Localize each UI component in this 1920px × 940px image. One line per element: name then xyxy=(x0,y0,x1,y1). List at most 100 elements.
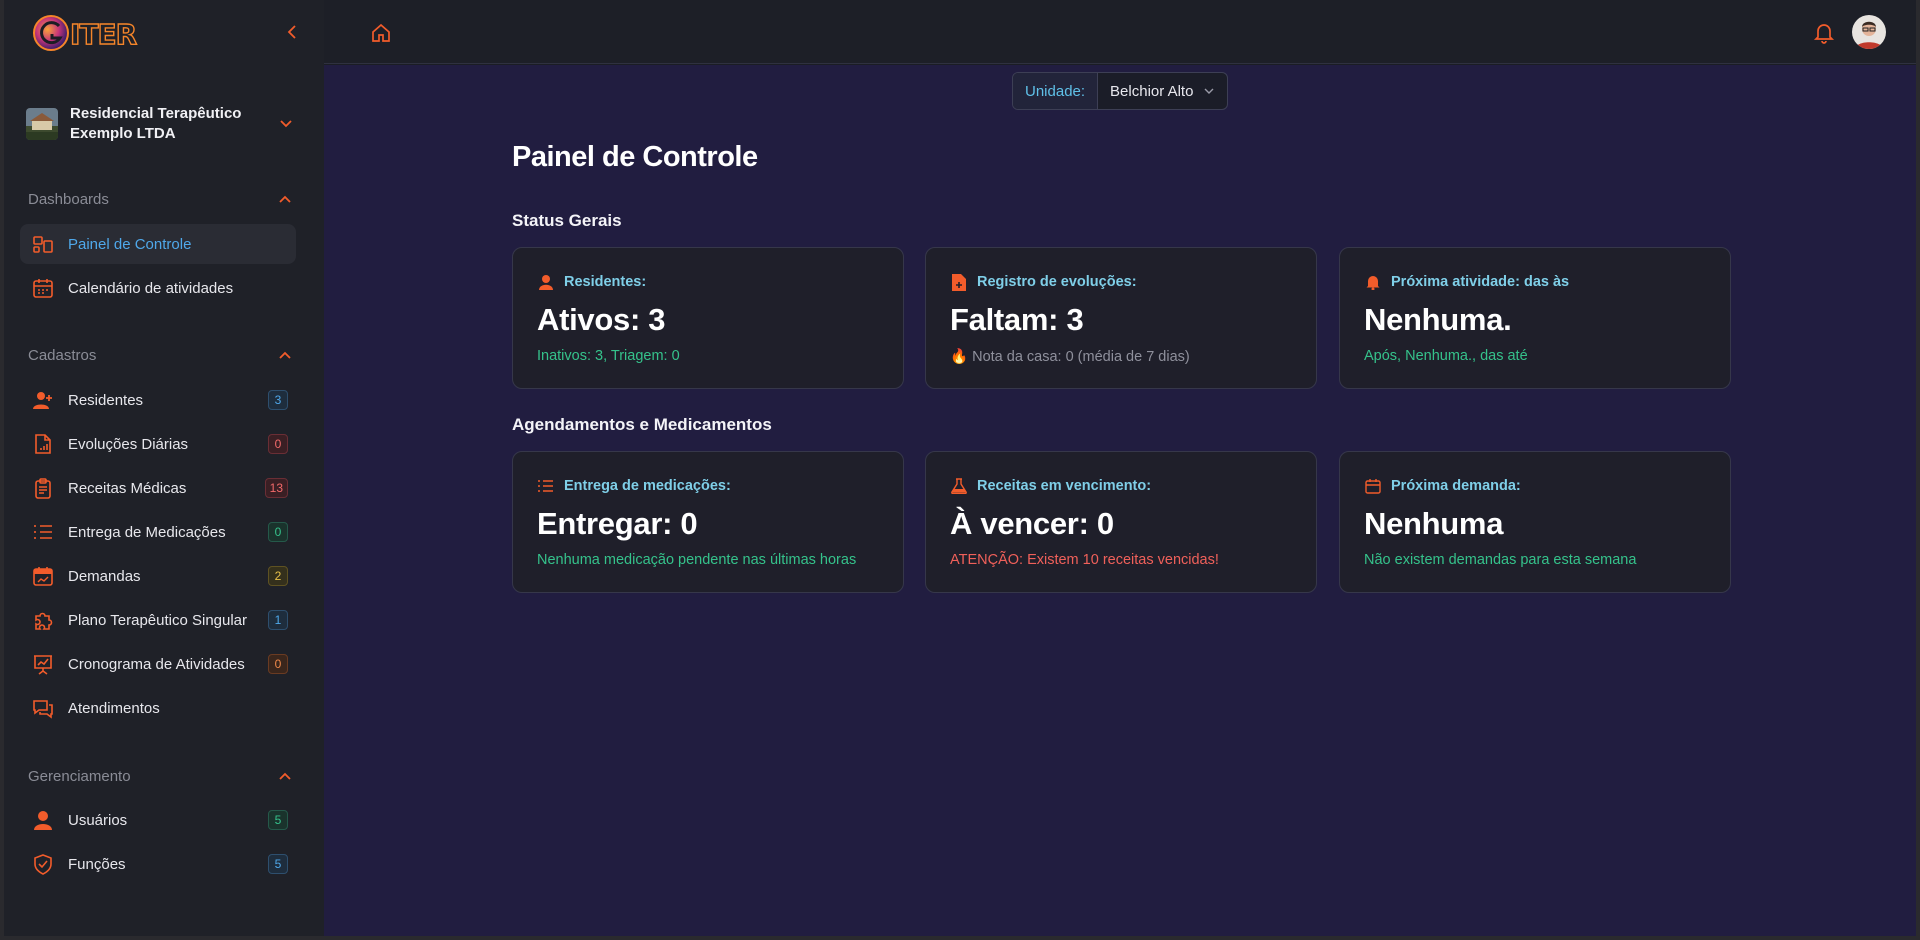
card-proxima-atividade[interactable]: Próxima atividade: das às Nenhuma. Após,… xyxy=(1339,247,1731,389)
count-badge: 5 xyxy=(268,854,288,874)
section-dashboards[interactable]: Dashboards xyxy=(28,188,292,210)
shield-check-icon xyxy=(32,853,54,875)
card-subtext: Nenhuma medicação pendente nas últimas h… xyxy=(537,552,857,568)
sidebar-item-atendimentos[interactable]: Atendimentos xyxy=(20,688,296,728)
sidebar-item-label: Plano Terapêutico Singular xyxy=(68,611,248,629)
section-label: Dashboards xyxy=(28,190,109,208)
card-title: Próxima atividade: das às xyxy=(1364,273,1569,291)
card-title-text: Entrega de medicações: xyxy=(564,478,731,494)
card-value: Nenhuma xyxy=(1364,506,1504,541)
count-badge: 1 xyxy=(268,610,288,630)
sidebar-item-plano[interactable]: Plano Terapêutico Singular 1 xyxy=(20,600,296,640)
user-icon xyxy=(537,273,555,291)
home-icon[interactable] xyxy=(370,22,392,44)
avatar[interactable] xyxy=(1852,15,1886,49)
svg-text:ITER: ITER xyxy=(70,18,137,51)
section-label: Gerenciamento xyxy=(28,767,131,785)
presentation-chart-icon xyxy=(32,653,54,675)
giter-logo[interactable]: ITER xyxy=(32,10,148,56)
sidebar-item-label: Usuários xyxy=(68,811,128,829)
org-avatar xyxy=(26,108,58,140)
sidebar-item-demandas[interactable]: Demandas 2 xyxy=(20,556,296,596)
sidebar-item-painel[interactable]: Painel de Controle xyxy=(20,224,296,264)
calendar-icon xyxy=(32,277,54,299)
card-residentes[interactable]: Residentes: Ativos: 3 Inativos: 3, Triag… xyxy=(512,247,904,389)
section-cadastros[interactable]: Cadastros xyxy=(28,344,292,366)
section-label: Cadastros xyxy=(28,346,97,364)
sidebar-item-cronograma[interactable]: Cronograma de Atividades 0 xyxy=(20,644,296,684)
section-gerenciamento[interactable]: Gerenciamento xyxy=(28,765,292,787)
card-value: Entregar: 0 xyxy=(537,506,698,541)
file-chart-icon xyxy=(32,433,54,455)
sidebar: ITER Residencial Terapêutico Exemplo LTD… xyxy=(4,0,324,936)
card-title-text: Receitas em vencimento: xyxy=(977,478,1152,494)
chevron-left-icon xyxy=(287,25,296,39)
card-title: Próxima demanda: xyxy=(1364,477,1521,495)
sidebar-item-label: Funções xyxy=(68,855,126,873)
file-icon xyxy=(950,273,968,291)
page-title: Painel de Controle xyxy=(512,141,758,173)
count-badge: 5 xyxy=(268,810,288,830)
user-plus-icon xyxy=(32,389,54,411)
card-receitas-vencimento[interactable]: Receitas em vencimento: À vencer: 0 ATEN… xyxy=(925,451,1317,593)
count-badge: 2 xyxy=(268,566,288,586)
unit-value: Belchior Alto xyxy=(1110,82,1194,100)
unit-select[interactable]: Unidade: Belchior Alto xyxy=(1012,72,1228,110)
org-switcher[interactable]: Residencial Terapêutico Exemplo LTDA xyxy=(26,104,296,144)
card-value: À vencer: 0 xyxy=(950,506,1114,541)
org-name: Residencial Terapêutico Exemplo LTDA xyxy=(70,105,242,142)
dashboard-icon xyxy=(32,233,54,255)
count-badge: 13 xyxy=(264,478,288,498)
list-icon xyxy=(32,521,54,543)
card-subtext: 🔥 Nota da casa: 0 (média de 7 dias) xyxy=(950,348,1190,365)
sidebar-item-label: Demandas xyxy=(68,567,141,585)
sidebar-item-label: Entrega de Medicações xyxy=(68,523,226,541)
card-title-text: Residentes: xyxy=(564,274,647,290)
sidebar-item-label: Evoluções Diárias xyxy=(68,435,189,453)
calendar-chart-icon xyxy=(32,565,54,587)
card-title-text: Registro de evoluções: xyxy=(977,274,1137,290)
unit-label: Unidade: xyxy=(1013,73,1099,109)
card-title: Residentes: xyxy=(537,273,646,291)
card-title: Entrega de medicações: xyxy=(537,477,731,495)
unit-dropdown[interactable]: Belchior Alto xyxy=(1098,73,1227,109)
user-icon xyxy=(32,809,54,831)
card-subtext: ATENÇÃO: Existem 10 receitas vencidas! xyxy=(950,552,1219,568)
sidebar-item-entrega[interactable]: Entrega de Medicações 0 xyxy=(20,512,296,552)
card-subtext: Após, Nenhuma., das até xyxy=(1364,348,1528,364)
chevron-down-icon xyxy=(1204,88,1214,94)
chevron-up-icon xyxy=(279,195,291,203)
card-evolucoes[interactable]: Registro de evoluções: Faltam: 3 🔥 Nota … xyxy=(925,247,1317,389)
chevron-up-icon xyxy=(279,351,291,359)
bell-icon[interactable] xyxy=(1812,20,1836,44)
count-badge: 0 xyxy=(268,434,288,454)
puzzle-icon xyxy=(32,609,54,631)
card-subtext: Não existem demandas para esta semana xyxy=(1364,552,1637,568)
sidebar-item-calendario[interactable]: Calendário de atividades xyxy=(20,268,296,308)
collapse-sidebar-button[interactable] xyxy=(280,20,304,44)
card-entrega-medicacoes[interactable]: Entrega de medicações: Entregar: 0 Nenhu… xyxy=(512,451,904,593)
sidebar-item-label: Painel de Controle xyxy=(68,235,192,253)
card-subtext: Inativos: 3, Triagem: 0 xyxy=(537,348,680,364)
sidebar-item-usuarios[interactable]: Usuários 5 xyxy=(20,800,296,840)
count-badge: 0 xyxy=(268,522,288,542)
card-subtext-text: Nota da casa: 0 (média de 7 dias) xyxy=(972,349,1190,365)
sidebar-item-label: Calendário de atividades xyxy=(68,279,234,297)
chevron-up-icon xyxy=(279,772,291,780)
sidebar-item-receitas[interactable]: Receitas Médicas 13 xyxy=(20,468,296,508)
bell-icon xyxy=(1364,273,1382,291)
calendar-icon xyxy=(1364,477,1382,495)
card-proxima-demanda[interactable]: Próxima demanda: Nenhuma Não existem dem… xyxy=(1339,451,1731,593)
sidebar-item-evolucoes[interactable]: Evoluções Diárias 0 xyxy=(20,424,296,464)
sidebar-item-residentes[interactable]: Residentes 3 xyxy=(20,380,296,420)
card-title-text: Próxima atividade: das às xyxy=(1391,274,1570,290)
main-content: Unidade: Belchior Alto Painel de Control… xyxy=(324,65,1920,936)
card-title-text: Próxima demanda: xyxy=(1391,478,1521,494)
card-title: Receitas em vencimento: xyxy=(950,477,1151,495)
top-bar xyxy=(324,0,1920,64)
card-title: Registro de evoluções: xyxy=(950,273,1137,291)
count-badge: 0 xyxy=(268,654,288,674)
clipboard-icon xyxy=(32,477,54,499)
sidebar-item-funcoes[interactable]: Funções 5 xyxy=(20,844,296,884)
list-icon xyxy=(537,477,555,495)
